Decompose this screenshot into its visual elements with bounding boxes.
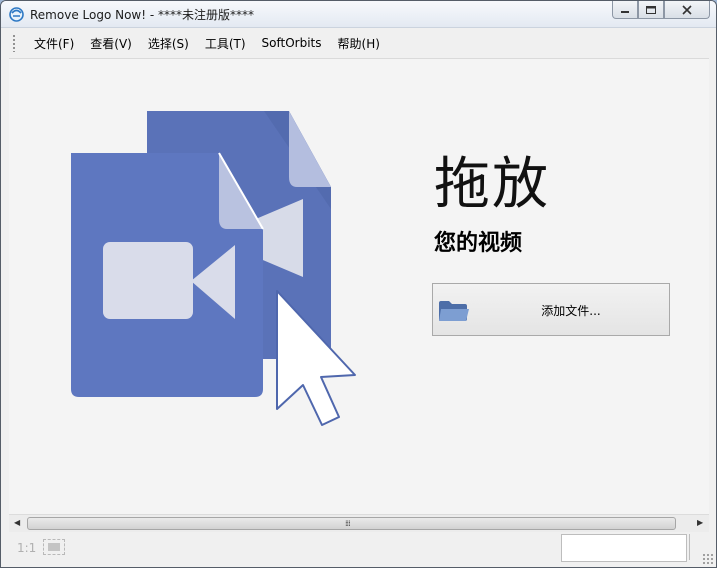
video-document-icon bbox=[71, 152, 264, 397]
app-window: Remove Logo Now! - ****未注册版**** 文件(F) 查看… bbox=[0, 0, 717, 568]
status-bar: 1:1 bbox=[9, 532, 716, 567]
close-icon bbox=[682, 4, 692, 15]
drag-drop-subtitle: 您的视频 bbox=[434, 230, 523, 256]
scroll-right-arrow-icon[interactable]: ▶ bbox=[697, 518, 703, 527]
horizontal-scrollbar[interactable]: ◀ ⁞⁞⁞ ▶ bbox=[9, 514, 709, 532]
title-bar[interactable]: Remove Logo Now! - ****未注册版**** bbox=[1, 1, 716, 28]
menu-softorbits[interactable]: SoftOrbits bbox=[254, 36, 330, 50]
fit-to-window-icon[interactable] bbox=[43, 539, 65, 555]
toolbar-grip[interactable] bbox=[12, 34, 16, 52]
add-file-button[interactable]: 添加文件... bbox=[432, 283, 670, 336]
menu-file[interactable]: 文件(F) bbox=[26, 35, 82, 52]
resize-grip-icon[interactable] bbox=[702, 553, 714, 565]
menu-view[interactable]: 查看(V) bbox=[82, 35, 140, 52]
app-logo-icon bbox=[9, 7, 24, 22]
close-button[interactable] bbox=[664, 1, 710, 19]
add-file-label: 添加文件... bbox=[541, 304, 601, 318]
scroll-grip-icon: ⁞⁞⁞ bbox=[345, 519, 351, 528]
status-panel bbox=[561, 534, 687, 562]
menu-tools[interactable]: 工具(T) bbox=[197, 35, 254, 52]
menu-help[interactable]: 帮助(H) bbox=[330, 35, 388, 52]
drop-area[interactable]: 拖放 您的视频 添加文件... bbox=[9, 58, 709, 514]
zoom-actual-size-button[interactable]: 1:1 bbox=[17, 541, 36, 555]
caption-buttons bbox=[612, 1, 710, 19]
minimize-button[interactable] bbox=[612, 1, 638, 19]
window-title: Remove Logo Now! - ****未注册版**** bbox=[30, 8, 255, 22]
menu-bar: 文件(F) 查看(V) 选择(S) 工具(T) SoftOrbits 帮助(H) bbox=[9, 30, 709, 56]
menu-select[interactable]: 选择(S) bbox=[140, 35, 197, 52]
maximize-button[interactable] bbox=[638, 1, 664, 19]
minimize-icon bbox=[621, 10, 629, 13]
maximize-icon bbox=[646, 5, 656, 14]
scroll-left-arrow-icon[interactable]: ◀ bbox=[14, 518, 20, 527]
scroll-thumb[interactable]: ⁞⁞⁞ bbox=[27, 517, 676, 530]
drag-drop-title: 拖放 bbox=[434, 152, 550, 217]
drag-drop-illustration bbox=[71, 111, 356, 426]
